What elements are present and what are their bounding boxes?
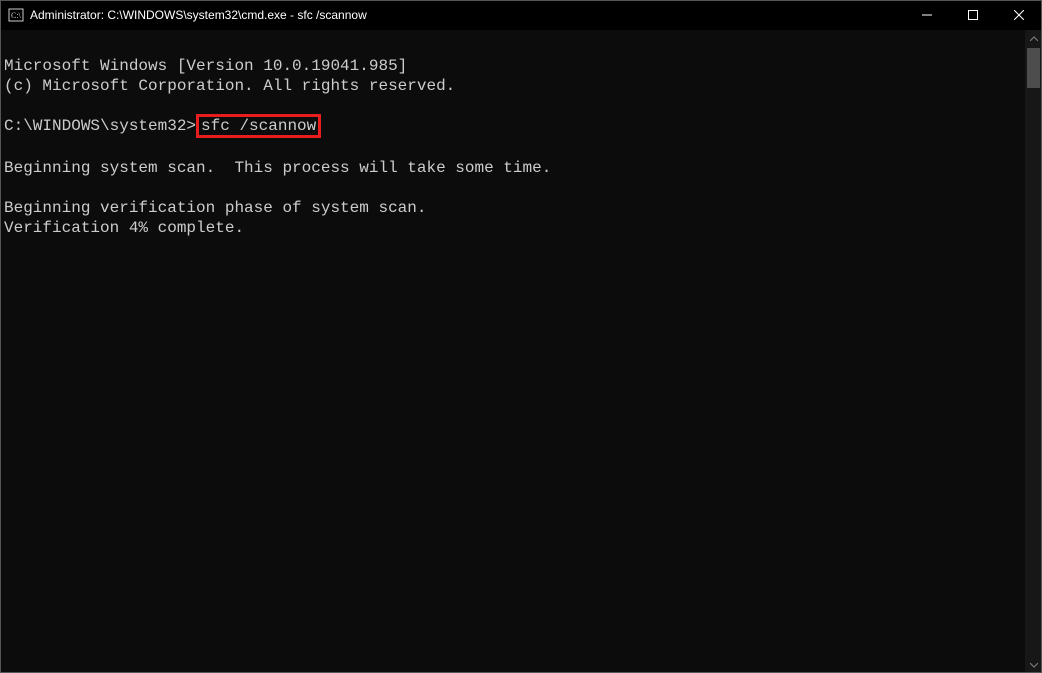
close-button[interactable] [996, 0, 1042, 30]
window-title: Administrator: C:\WINDOWS\system32\cmd.e… [30, 8, 904, 22]
console-output[interactable]: Microsoft Windows [Version 10.0.19041.98… [0, 30, 1025, 673]
scroll-up-button[interactable] [1025, 30, 1042, 47]
prompt-line: C:\WINDOWS\system32> sfc /scannow [4, 117, 321, 135]
title-bar[interactable]: C:\ Administrator: C:\WINDOWS\system32\c… [0, 0, 1042, 30]
command-highlight: sfc /scannow [196, 114, 321, 138]
command-text: sfc /scannow [201, 117, 316, 135]
maximize-button[interactable] [950, 0, 996, 30]
output-line: Beginning verification phase of system s… [4, 199, 426, 217]
prompt-path: C:\WINDOWS\system32> [4, 117, 196, 135]
output-line: Microsoft Windows [Version 10.0.19041.98… [4, 57, 407, 75]
output-line: (c) Microsoft Corporation. All rights re… [4, 77, 455, 95]
window-controls [904, 0, 1042, 30]
svg-text:C:\: C:\ [11, 11, 22, 20]
cmd-window: C:\ Administrator: C:\WINDOWS\system32\c… [0, 0, 1042, 673]
scroll-down-button[interactable] [1025, 656, 1042, 673]
vertical-scrollbar[interactable] [1025, 30, 1042, 673]
output-line: Beginning system scan. This process will… [4, 159, 551, 177]
scroll-thumb[interactable] [1027, 48, 1040, 88]
cmd-icon: C:\ [8, 7, 24, 23]
output-line: Verification 4% complete. [4, 219, 244, 237]
minimize-button[interactable] [904, 0, 950, 30]
